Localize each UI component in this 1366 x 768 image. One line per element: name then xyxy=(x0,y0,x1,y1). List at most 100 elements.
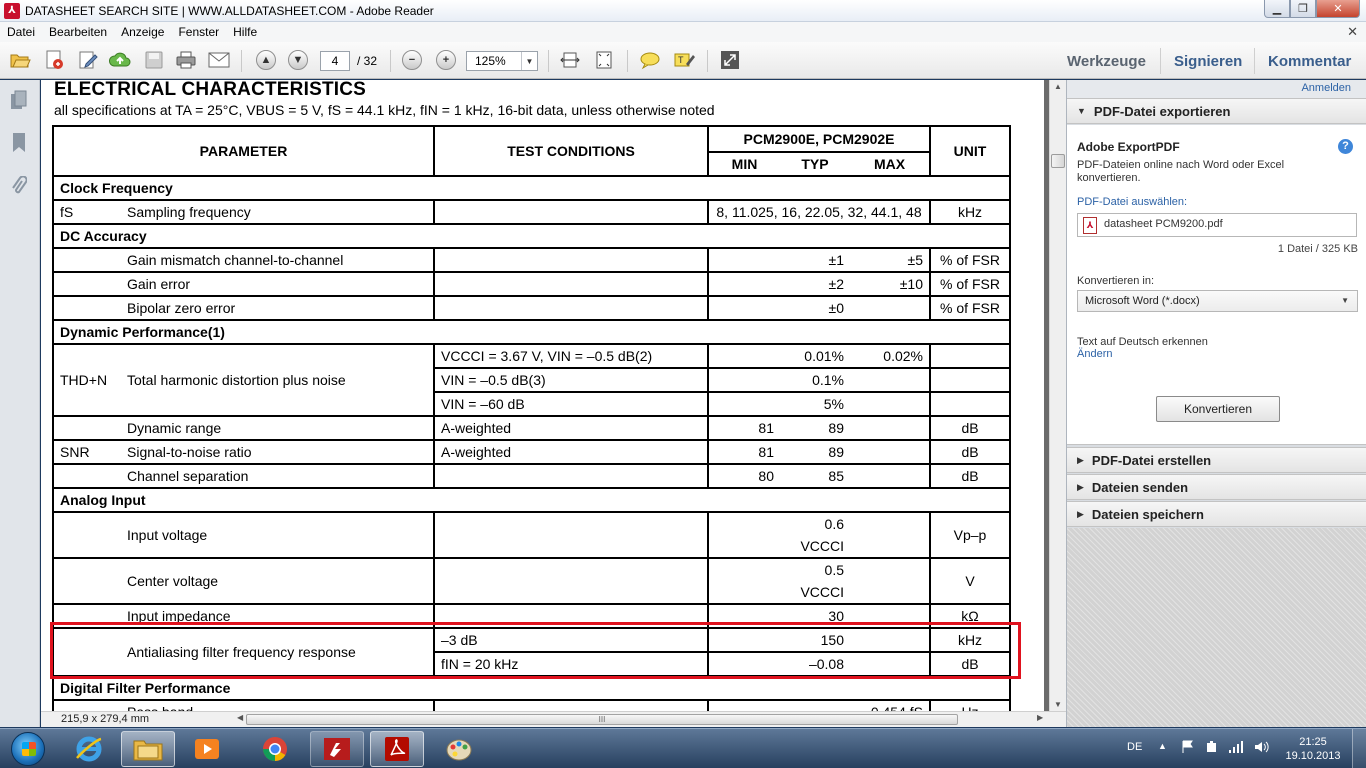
chevron-down-icon[interactable]: ▼ xyxy=(521,52,537,70)
action-center-flag-icon[interactable] xyxy=(1182,740,1194,768)
vertical-scrollbar[interactable]: ▲ ▼ xyxy=(1049,80,1066,711)
convert-button[interactable]: Konvertieren xyxy=(1156,396,1280,422)
start-button[interactable] xyxy=(4,730,52,768)
scroll-right-icon[interactable]: ▶ xyxy=(1037,713,1043,722)
param-min: 80 xyxy=(707,463,780,489)
upload-cloud-icon[interactable] xyxy=(108,49,132,71)
param-unit: dB xyxy=(929,651,1011,677)
chrome-icon[interactable] xyxy=(248,731,302,767)
previous-page-icon[interactable]: ▲ xyxy=(254,49,278,71)
param-min xyxy=(707,511,780,559)
comment-pane-toggle[interactable]: Kommentar xyxy=(1268,53,1351,70)
collapse-triangle-icon: ▼ xyxy=(1077,106,1086,116)
param-conditions xyxy=(433,271,709,297)
menu-bar: Datei Bearbeiten Anzeige Fenster Hilfe ✕ xyxy=(0,22,1366,42)
zoom-select[interactable]: 125% ▼ xyxy=(466,51,538,71)
typ-value-line: 0.6 xyxy=(824,516,844,532)
email-icon[interactable] xyxy=(207,49,231,71)
param-max xyxy=(850,557,931,605)
fit-page-icon[interactable] xyxy=(592,49,616,71)
show-desktop-button[interactable] xyxy=(1352,729,1366,768)
menu-hilfe[interactable]: Hilfe xyxy=(226,25,264,39)
param-max: ±5 xyxy=(850,247,931,273)
select-file-link[interactable]: PDF-Datei auswählen: xyxy=(1077,196,1187,208)
menu-anzeige[interactable]: Anzeige xyxy=(114,25,171,39)
adobe-reader-taskbar-icon[interactable] xyxy=(370,731,424,767)
table-row: THD+N Total harmonic distortion plus noi… xyxy=(52,343,1011,417)
save-icon[interactable] xyxy=(142,49,166,71)
param-conditions xyxy=(433,603,709,629)
change-language-link[interactable]: Ändern xyxy=(1077,348,1112,360)
param-conditions xyxy=(433,557,709,605)
help-icon[interactable]: ? xyxy=(1338,139,1353,154)
header-unit: UNIT xyxy=(929,125,1011,177)
paint-icon[interactable] xyxy=(432,731,486,767)
save-files-panel-header[interactable]: ▶ Dateien speichern xyxy=(1067,501,1366,527)
tools-pane-toggle[interactable]: Werkzeuge xyxy=(1067,53,1146,70)
network-signal-icon[interactable] xyxy=(1228,740,1244,768)
scroll-up-icon[interactable]: ▲ xyxy=(1054,82,1062,91)
taskbar: DE ▲ 21:25 19.10.2013 xyxy=(0,728,1366,768)
page-thumbnails-icon[interactable] xyxy=(10,90,28,112)
zoom-in-icon[interactable]: + xyxy=(434,49,458,71)
tray-expand-icon[interactable]: ▲ xyxy=(1158,741,1167,768)
panel-title: Dateien senden xyxy=(1091,479,1189,495)
fit-width-icon[interactable] xyxy=(558,49,582,71)
param-unit: kHz xyxy=(929,627,1011,653)
maximize-button[interactable]: ❐ xyxy=(1290,0,1316,18)
scroll-left-icon[interactable]: ◀ xyxy=(237,713,243,722)
zoom-out-icon[interactable]: − xyxy=(400,49,424,71)
volume-icon[interactable] xyxy=(1254,740,1270,768)
clock[interactable]: 21:25 19.10.2013 xyxy=(1285,735,1341,763)
document-close-icon[interactable]: ✕ xyxy=(1347,24,1358,40)
comment-icon[interactable] xyxy=(638,49,662,71)
page-number-input[interactable]: 4 xyxy=(320,51,350,71)
param-value: 8, 11.025, 16, 22.05, 32, 44.1, 48 xyxy=(707,199,931,225)
scrollbar-thumb[interactable] xyxy=(1051,154,1065,168)
sign-pane-toggle[interactable]: Signieren xyxy=(1174,53,1242,70)
scroll-down-icon[interactable]: ▼ xyxy=(1054,700,1062,709)
internet-explorer-icon[interactable] xyxy=(62,731,116,767)
document-view[interactable]: ELECTRICAL CHARACTERISTICS all specifica… xyxy=(41,80,1049,711)
language-indicator[interactable]: DE xyxy=(1127,741,1142,768)
close-button[interactable]: ✕ xyxy=(1316,0,1360,18)
send-files-panel-header[interactable]: ▶ Dateien senden xyxy=(1067,474,1366,500)
attachments-icon[interactable] xyxy=(10,175,28,198)
expand-triangle-icon: ▶ xyxy=(1077,508,1084,519)
print-icon[interactable] xyxy=(174,49,198,71)
param-unit: dB xyxy=(929,463,1011,489)
param-min xyxy=(707,247,780,273)
power-icon[interactable] xyxy=(1205,740,1219,768)
export-pdf-panel-header[interactable]: ▼ PDF-Datei exportieren xyxy=(1067,98,1366,124)
bookmarks-icon[interactable] xyxy=(10,132,28,154)
media-player-icon[interactable] xyxy=(180,731,234,767)
minimize-button[interactable]: ▁ xyxy=(1264,0,1290,18)
param-max xyxy=(850,439,931,465)
create-pdf-panel-header[interactable]: ▶ PDF-Datei erstellen xyxy=(1067,447,1366,473)
menu-fenster[interactable]: Fenster xyxy=(171,25,226,39)
explorer-icon[interactable] xyxy=(121,731,175,767)
login-link[interactable]: Anmelden xyxy=(1301,82,1351,94)
next-page-icon[interactable]: ▼ xyxy=(286,49,310,71)
create-pdf-icon[interactable] xyxy=(42,49,66,71)
selected-file[interactable]: ⅄ datasheet PCM9200.pdf xyxy=(1077,213,1357,237)
param-min xyxy=(707,627,780,653)
param-name: Sampling frequency xyxy=(121,199,435,225)
ltspice-icon[interactable] xyxy=(310,731,364,767)
highlight-text-icon[interactable]: T xyxy=(672,49,696,71)
param-min xyxy=(707,699,780,711)
export-service-title: Adobe ExportPDF xyxy=(1077,140,1180,154)
section-dc: DC Accuracy xyxy=(52,223,1011,249)
open-icon[interactable] xyxy=(8,49,32,71)
param-min xyxy=(707,295,780,321)
convert-format-select[interactable]: Microsoft Word (*.docx) ▼ xyxy=(1077,290,1358,312)
edit-icon[interactable] xyxy=(76,49,100,71)
convert-format-value: Microsoft Word (*.docx) xyxy=(1085,295,1200,307)
table-row: Gain mismatch channel-to-channel ±1 ±5 %… xyxy=(52,247,1011,273)
param-min xyxy=(707,557,780,605)
section-analog: Analog Input xyxy=(52,487,1011,513)
horizontal-scrollbar-thumb[interactable]: III xyxy=(246,714,958,725)
menu-datei[interactable]: Datei xyxy=(0,25,42,39)
fullscreen-icon[interactable] xyxy=(718,49,742,71)
menu-bearbeiten[interactable]: Bearbeiten xyxy=(42,25,114,39)
